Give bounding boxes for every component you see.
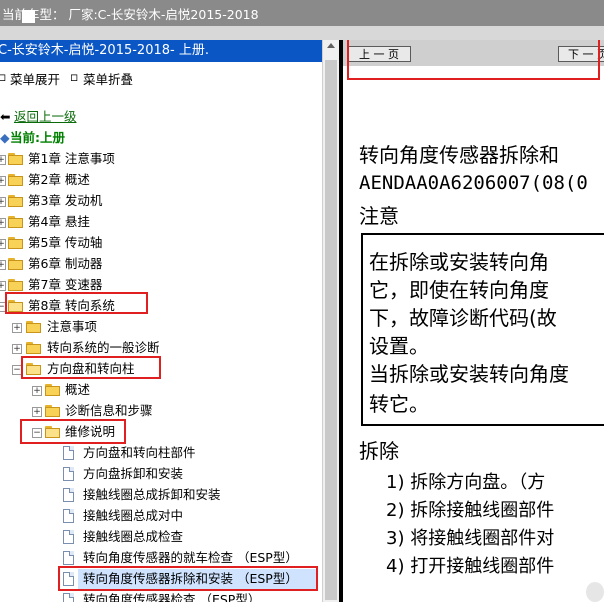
collapse-all-button[interactable]: 菜单折叠	[83, 69, 133, 88]
tree-label[interactable]: 注意事项	[47, 317, 97, 337]
document-icon	[63, 551, 74, 565]
folder-icon	[8, 279, 24, 291]
tree-scrollbar[interactable]	[322, 40, 340, 602]
removal-heading: 拆除	[359, 439, 399, 463]
book-icon: ◆	[0, 130, 10, 145]
folder-icon	[8, 237, 24, 249]
expand-toggle[interactable]: +	[0, 218, 6, 228]
tree-label[interactable]: 接触线圈总成对中	[83, 506, 183, 526]
collapse-icon: ▫	[70, 69, 79, 84]
tree-label[interactable]: 第1章 注意事项	[28, 149, 115, 169]
folder-icon	[26, 342, 42, 354]
resize-grip-icon[interactable]	[586, 582, 604, 602]
highlight-box	[20, 419, 126, 444]
expand-toggle[interactable]: +	[0, 197, 6, 207]
highlight-box	[5, 292, 148, 314]
tree-label[interactable]: 接触线圈总成检查	[83, 527, 183, 547]
tree-label[interactable]: 诊断信息和步骤	[65, 401, 153, 421]
highlight-box	[347, 40, 600, 80]
doc-title: 转向角度传感器拆除和	[359, 143, 559, 167]
caution-line: 当拆除或安装转向角度	[369, 362, 569, 386]
caution-line: 在拆除或安装转向角	[369, 250, 549, 274]
expand-toggle[interactable]: +	[0, 155, 6, 165]
document-icon	[63, 593, 74, 602]
folder-icon	[8, 174, 24, 186]
tree-panel: C-长安铃木-启悦-2015-2018- 上册. ▫ 菜单展开 ▫ 菜单折叠 ⬅…	[0, 40, 322, 602]
folder-icon	[8, 258, 24, 270]
scroll-thumb[interactable]	[325, 60, 337, 600]
toolbar-strip	[0, 26, 604, 40]
document-icon	[63, 446, 74, 460]
tree-label[interactable]: 第6章 制动器	[28, 254, 102, 274]
tree-label[interactable]: 转向角度传感器的就车检查 （ESP型）	[83, 548, 298, 568]
tree-label[interactable]: 第2章 概述	[28, 170, 90, 190]
expand-toggle[interactable]: +	[0, 260, 6, 270]
expand-toggle[interactable]: +	[0, 281, 6, 291]
document-icon	[63, 509, 74, 523]
expand-toggle[interactable]: +	[32, 407, 42, 417]
document-icon	[63, 530, 74, 544]
removal-step: 1) 拆除方向盘。（方	[386, 472, 546, 493]
doc-code: AENDAA0A6206007(08(0	[359, 172, 588, 194]
tree-label[interactable]: 第4章 悬挂	[28, 212, 90, 232]
document-pane: 上 一 页 下 一 页 转向角度传感器拆除和 AENDAA0A6206007(0…	[343, 40, 604, 602]
folder-icon	[26, 321, 42, 333]
folder-icon	[8, 195, 24, 207]
folder-icon	[8, 216, 24, 228]
removal-step: 4) 打开接触线圈部件	[386, 556, 555, 577]
expand-toggle[interactable]: +	[0, 239, 6, 249]
window-title: 当前车型： 厂家:C-长安铃木-启悦2015-2018	[2, 7, 259, 22]
document-icon	[63, 467, 74, 481]
folder-icon	[45, 384, 61, 396]
folder-icon	[45, 405, 61, 417]
tree-label[interactable]: 方向盘拆卸和安装	[83, 464, 183, 484]
removal-step: 2) 拆除接触线圈部件	[386, 500, 555, 521]
caution-line: 转它。	[369, 392, 429, 416]
scroll-up-icon[interactable]	[327, 43, 335, 48]
removal-step: 3) 将接触线圈部件对	[386, 528, 555, 549]
back-arrow-icon: ⬅	[0, 109, 11, 124]
tree-header: C-长安铃木-启悦-2015-2018- 上册.	[0, 40, 322, 62]
caution-line: 下，故障诊断代码(故	[369, 306, 557, 330]
expand-icon: ▫	[0, 69, 7, 84]
expand-toggle[interactable]: +	[0, 176, 6, 186]
window-icon	[22, 10, 35, 23]
highlight-box	[21, 356, 161, 379]
tree-label[interactable]: 概述	[65, 380, 90, 400]
tree-label[interactable]: 第5章 传动轴	[28, 233, 102, 253]
tree-label[interactable]: 方向盘和转向柱部件	[83, 443, 196, 463]
caution-heading: 注意	[359, 204, 399, 228]
tree-label[interactable]: 第3章 发动机	[28, 191, 102, 211]
back-link[interactable]: 返回上一级	[14, 107, 77, 127]
caution-line: 设置。	[369, 334, 429, 358]
expand-toggle[interactable]: +	[12, 323, 22, 333]
folder-icon	[8, 153, 24, 165]
caution-line: 它，即使在转向角度	[369, 278, 549, 302]
tree-header-title: C-长安铃木-启悦-2015-2018- 上册.	[0, 43, 209, 58]
tree-label[interactable]: 转向系统的一般诊断	[47, 338, 160, 358]
title-bar: 当前车型： 厂家:C-长安铃木-启悦2015-2018	[0, 0, 604, 26]
tree-label[interactable]: 接触线圈总成拆卸和安装	[83, 485, 221, 505]
tree-label[interactable]: 转向角度传感器检查 （ESP型）	[83, 590, 260, 602]
expand-toggle[interactable]: +	[12, 344, 22, 354]
highlight-box	[58, 566, 318, 591]
expand-toggle[interactable]: +	[32, 386, 42, 396]
current-label: 当前:上册	[10, 130, 65, 145]
document-icon	[63, 488, 74, 502]
expand-all-button[interactable]: 菜单展开	[10, 69, 60, 88]
